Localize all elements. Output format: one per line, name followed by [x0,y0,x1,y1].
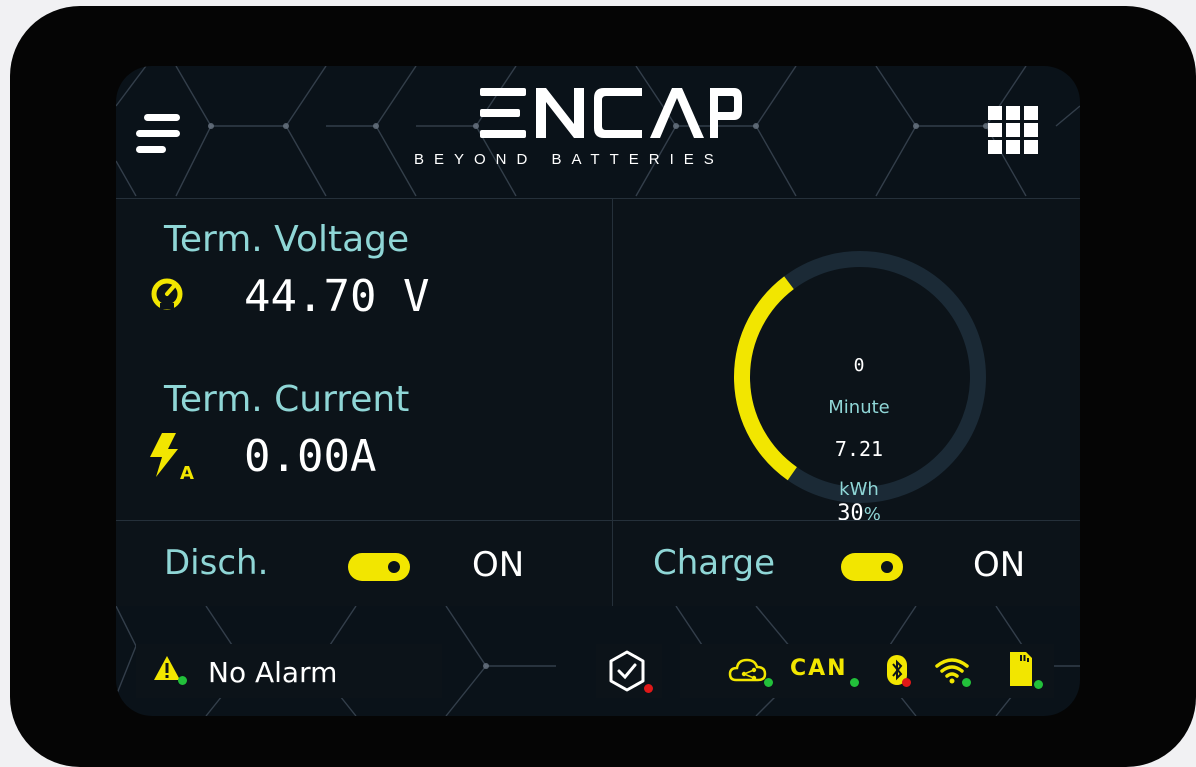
shield-check-icon [609,650,645,692]
cloud-status-dot [764,678,773,687]
protection-status[interactable] [596,644,662,698]
tagline: BEYOND BATTERIES [414,151,724,168]
discharge-toggle[interactable] [348,553,410,581]
can-bus-label[interactable]: CAN [790,656,848,681]
voltage-label: Term. Voltage [164,219,410,260]
charge-state: ON [973,545,1026,585]
charge-toggle[interactable] [841,553,903,581]
apps-grid-icon[interactable] [988,106,1040,154]
current-bolt-icon: A [150,433,194,483]
charge-label: Charge [653,543,776,583]
svg-text:A: A [180,463,194,483]
charge-row: Charge ON [613,520,1080,606]
current-label: Term. Current [164,379,410,420]
sd-card-icon[interactable] [1008,650,1034,688]
alarm-text: No Alarm [208,656,338,689]
battery-gauge-panel: 0 Minute 7.21 kWh 30% [613,198,1080,526]
measurements-panel: Term. Voltage 44.70 V Term. Current A 0.… [116,198,613,520]
display-screen: BEYOND BATTERIES Term. Voltage 44.70 V T… [116,66,1080,716]
discharge-label: Disch. [164,543,269,583]
wifi-status-dot [962,678,971,687]
discharge-state: ON [472,545,525,585]
alarm-status-dot [178,676,187,685]
bluetooth-status-dot [902,678,911,687]
connectivity-status: CAN [680,644,1054,698]
energy-unit: kWh [839,479,879,500]
current-value: 0.00A [244,431,377,482]
gauge-icon [151,278,183,310]
menu-icon[interactable] [134,114,184,154]
discharge-row: Disch. ON [116,520,613,606]
soc-gauge [734,251,986,503]
minutes-unit: Minute [828,397,890,418]
encap-logo [480,88,742,138]
energy-value: 7.21 [834,437,884,461]
protection-status-dot [644,684,653,693]
minutes-value: 0 [853,355,865,376]
sd-status-dot [1034,680,1043,689]
alarm-status[interactable]: No Alarm [136,644,442,698]
cloud-share-icon[interactable] [728,656,768,686]
header-bar: BEYOND BATTERIES [116,66,1080,198]
voltage-value: 44.70 V [244,271,430,322]
can-status-dot [850,678,859,687]
